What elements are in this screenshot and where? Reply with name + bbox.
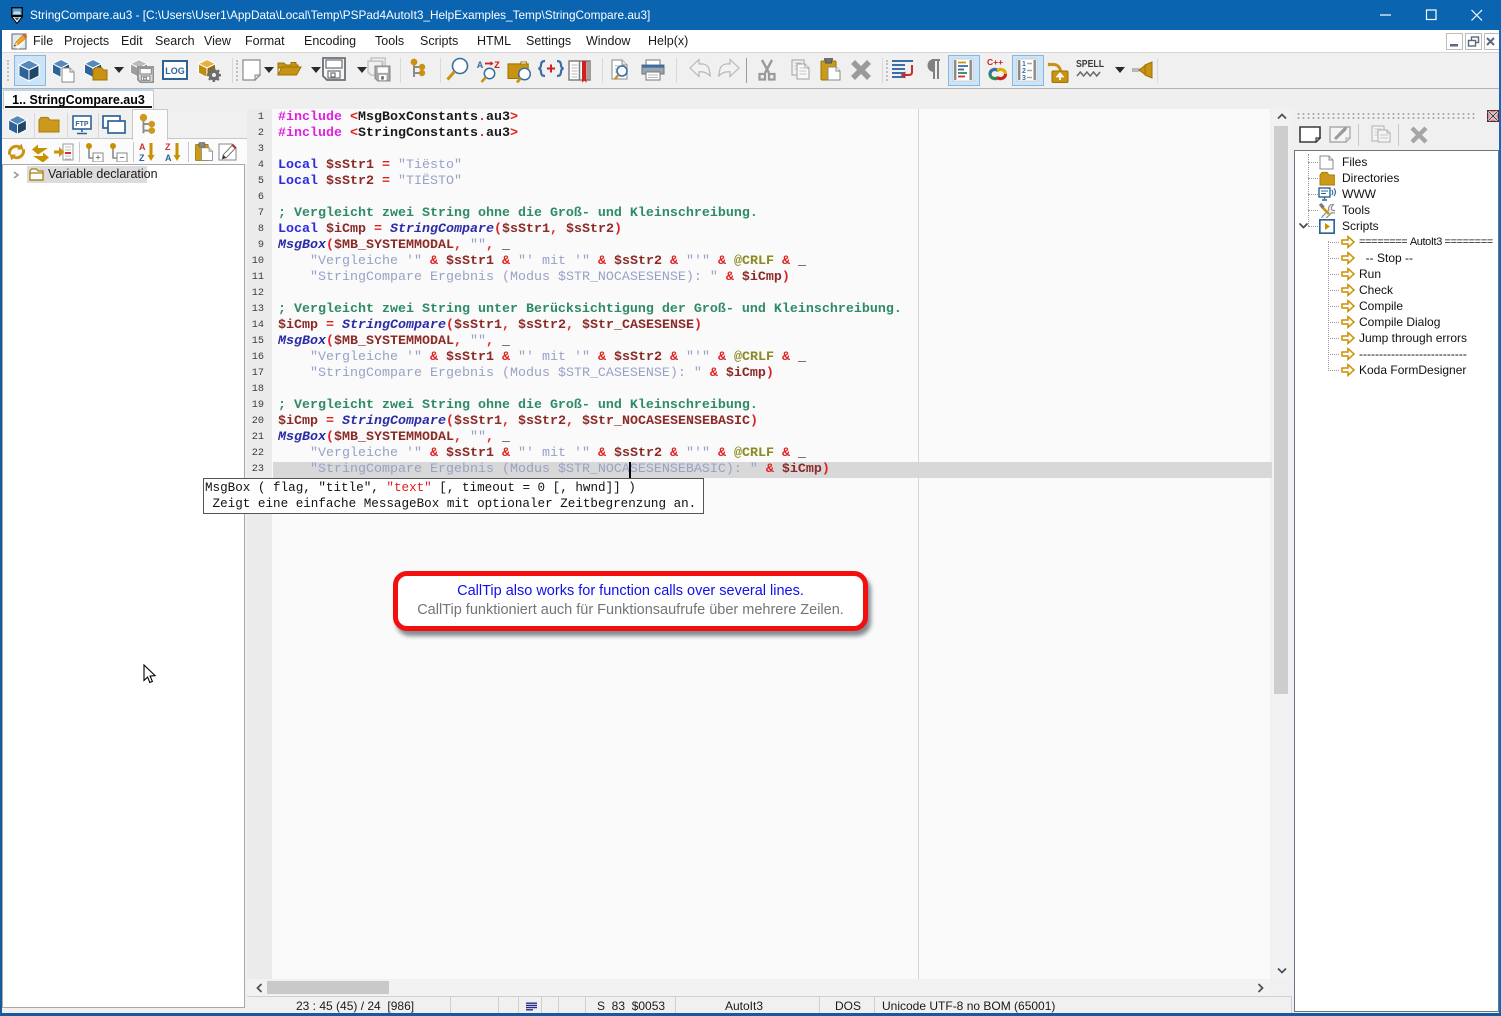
svg-text:Z: Z (494, 61, 500, 72)
svg-text:SPELL: SPELL (1076, 58, 1104, 70)
svg-text:A: A (139, 142, 146, 152)
svg-text:−: − (119, 153, 124, 163)
svg-text:A: A (477, 61, 483, 72)
svg-text:3: 3 (1022, 75, 1026, 82)
svg-text:C++: C++ (987, 57, 1003, 67)
svg-text:FTP: FTP (75, 121, 89, 128)
svg-text:LOG: LOG (165, 66, 185, 76)
svg-text:+: + (95, 153, 100, 163)
svg-text:1: 1 (1022, 61, 1026, 68)
svg-text:A: A (165, 153, 172, 163)
svg-text:Z: Z (165, 142, 171, 152)
svg-text:2: 2 (1022, 68, 1026, 75)
svg-text:Z: Z (139, 153, 145, 163)
